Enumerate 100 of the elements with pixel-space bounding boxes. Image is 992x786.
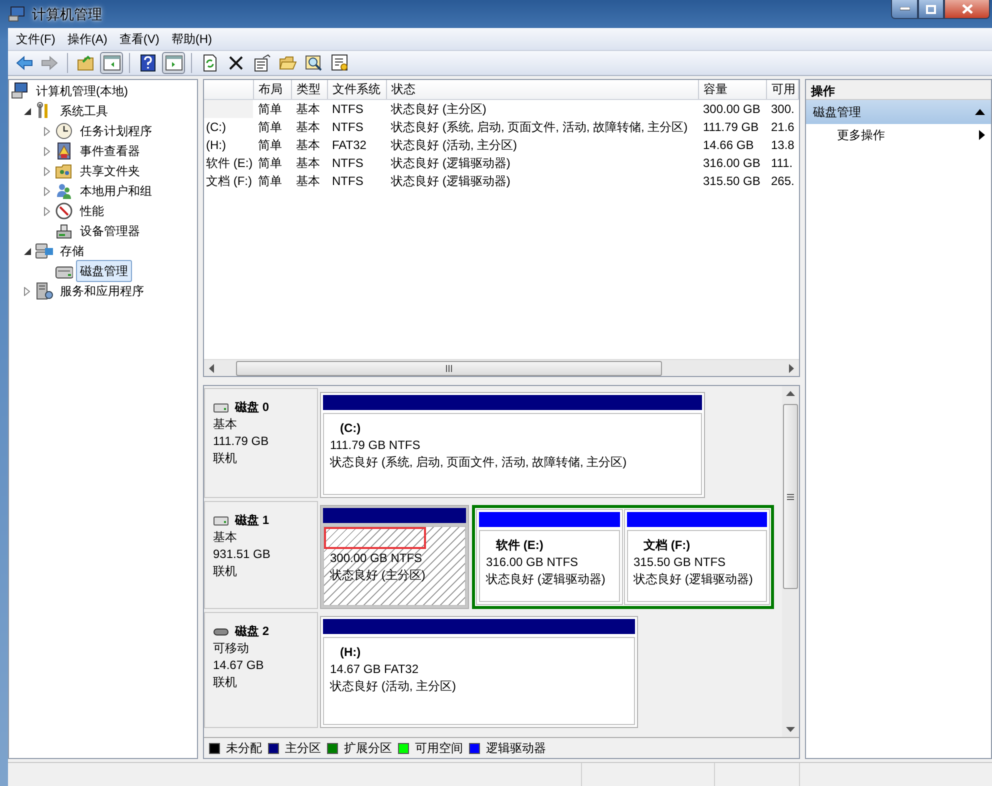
table-cell-text: 状态良好 (活动, 主分区) (390, 136, 518, 154)
partition-block[interactable]: 300.00 GB NTFS 状态良好 (主分区) (320, 505, 469, 609)
menu-item[interactable]: 文件(F) (10, 30, 62, 48)
partition-status: 状态良好 (逻辑驱动器) (634, 571, 754, 588)
tree-item[interactable]: 计算机管理(本地) (32, 80, 132, 102)
partition-label: 文档 (F:) (642, 537, 692, 554)
maximize-icon (926, 4, 936, 14)
table-cell-text: (H:) (205, 136, 227, 154)
partition-status: 状态良好 (逻辑驱动器) (486, 571, 606, 588)
scroll-down-arrow-icon[interactable] (786, 727, 795, 733)
table-cell-text: 状态良好 (逻辑驱动器) (390, 154, 512, 172)
column-header[interactable]: 布局 (253, 80, 291, 99)
partition-status: 状态良好 (活动, 主分区) (330, 678, 457, 695)
disk-type: 基本 (213, 416, 238, 433)
scroll-thumb[interactable] (236, 360, 662, 376)
scroll-thumb[interactable] (783, 404, 798, 589)
disk-name: 磁盘 2 (235, 623, 270, 640)
tree-item[interactable]: 本地用户和组 (76, 180, 156, 202)
menu-item[interactable]: 操作(A) (61, 30, 114, 48)
partition-label: (H:) (339, 644, 362, 661)
disk-size: 14.67 GB (213, 657, 265, 674)
tree-item[interactable]: 任务计划程序 (76, 120, 156, 142)
partition-size: 14.67 GB FAT32 (330, 661, 420, 678)
partition-size: 316.00 GB NTFS (486, 554, 580, 571)
tree-item[interactable]: 事件查看器 (76, 140, 144, 162)
column-header[interactable]: 可用 (766, 80, 798, 99)
column-header[interactable]: 类型 (291, 80, 327, 99)
scroll-up-arrow-icon[interactable] (786, 391, 795, 397)
tree-item[interactable]: 系统工具 (56, 100, 112, 122)
partition-block[interactable]: 文档 (F:) 315.50 GB NTFS 状态良好 (逻辑驱动器) (624, 509, 770, 605)
legend-label: 主分区 (285, 740, 321, 757)
collapsed-arrow-icon[interactable] (44, 126, 50, 136)
tree-item[interactable]: 设备管理器 (76, 220, 144, 242)
collapsed-arrow-icon[interactable] (44, 166, 50, 176)
tree-item[interactable]: 存储 (56, 240, 88, 262)
pane-button[interactable] (100, 52, 123, 74)
disk-name: 磁盘 1 (235, 512, 270, 529)
table-cell: 300.00 GB (698, 99, 766, 118)
table-cell-text: 基本 (295, 172, 321, 190)
tree-item[interactable]: 共享文件夹 (76, 160, 144, 182)
table-cell-text: 状态良好 (逻辑驱动器) (390, 172, 512, 190)
actions-header: 操作 (806, 80, 991, 100)
table-cell-text: 14.66 GB (702, 136, 755, 154)
table-cell-text: 软件 (E:) (205, 154, 253, 172)
users-icon (55, 182, 73, 200)
collapsed-arrow-icon[interactable] (44, 186, 50, 196)
table-cell-text: 状态良好 (系统, 启动, 页面文件, 活动, 故障转储, 主分区) (390, 118, 689, 136)
removable-drive-icon (213, 626, 229, 636)
column-header[interactable]: 容量 (698, 80, 766, 99)
partition-block[interactable]: (H:) 14.67 GB FAT32 状态良好 (活动, 主分区) (320, 616, 638, 728)
computer-icon (8, 6, 26, 22)
pane-button[interactable] (162, 52, 185, 74)
device-manager-icon (55, 222, 73, 240)
collapse-arrow-icon[interactable] (975, 109, 985, 115)
collapsed-arrow-icon[interactable] (44, 146, 50, 156)
disk-drive-icon (213, 402, 229, 412)
maximize-button[interactable] (918, 0, 944, 19)
table-cell-text: 111.79 GB (702, 118, 760, 136)
partition-status: 状态良好 (主分区) (330, 567, 426, 584)
legend-label: 逻辑驱动器 (486, 740, 546, 757)
partition-block[interactable]: 软件 (E:) 316.00 GB NTFS 状态良好 (逻辑驱动器) (476, 509, 622, 605)
expanded-arrow-icon[interactable] (24, 248, 30, 254)
tree-item[interactable]: 性能 (76, 200, 108, 222)
table-cell-text: 111. (770, 154, 794, 172)
window-title: 计算机管理 (32, 4, 102, 24)
table-cell-text: 基本 (295, 118, 321, 136)
table-cell-text: 基本 (295, 136, 321, 154)
tree-item[interactable]: 磁盘管理 (76, 260, 132, 282)
partition-block[interactable]: (C:) 111.79 GB NTFS 状态良好 (系统, 启动, 页面文件, 活动, 故障转储, 主分区) (320, 392, 705, 498)
shared-folder-icon (55, 162, 73, 180)
minimize-button[interactable] (891, 0, 918, 19)
action-link[interactable]: 更多操作 (837, 126, 885, 144)
column-header[interactable]: 文件系统 (327, 80, 386, 99)
table-cell: (C:) (204, 118, 253, 136)
legend-label: 未分配 (226, 740, 262, 757)
table-cell-text: NTFS (331, 172, 364, 190)
collapsed-arrow-icon[interactable] (24, 286, 30, 296)
menu-item[interactable]: 查看(V) (113, 30, 166, 48)
partition-label: 软件 (E:) (494, 537, 544, 554)
table-cell-text: 13.8 (770, 136, 796, 154)
disk-status: 联机 (213, 563, 238, 580)
section-header[interactable]: 磁盘管理 (813, 103, 861, 121)
storage-icon (35, 242, 53, 260)
tree-item[interactable]: 服务和应用程序 (56, 280, 148, 302)
table-cell: 简单 (253, 118, 291, 136)
menu-item[interactable]: 帮助(H) (165, 30, 218, 48)
disk-drive-icon (213, 516, 229, 526)
disk-size: 111.79 GB (213, 433, 270, 450)
table-cell-text: FAT32 (331, 136, 368, 154)
table-cell-text: 基本 (295, 154, 321, 172)
table-cell: 基本 (291, 99, 327, 118)
gauge-icon (55, 202, 73, 220)
table-cell-text: NTFS (331, 118, 364, 136)
event-log-icon (55, 142, 73, 160)
collapsed-arrow-icon[interactable] (44, 206, 50, 216)
partition-size: 111.79 GB NTFS (330, 437, 422, 454)
close-button[interactable] (944, 0, 990, 19)
expanded-arrow-icon[interactable] (24, 108, 30, 114)
column-header[interactable]: 状态 (386, 80, 698, 99)
legend-label: 可用空间 (415, 740, 463, 757)
